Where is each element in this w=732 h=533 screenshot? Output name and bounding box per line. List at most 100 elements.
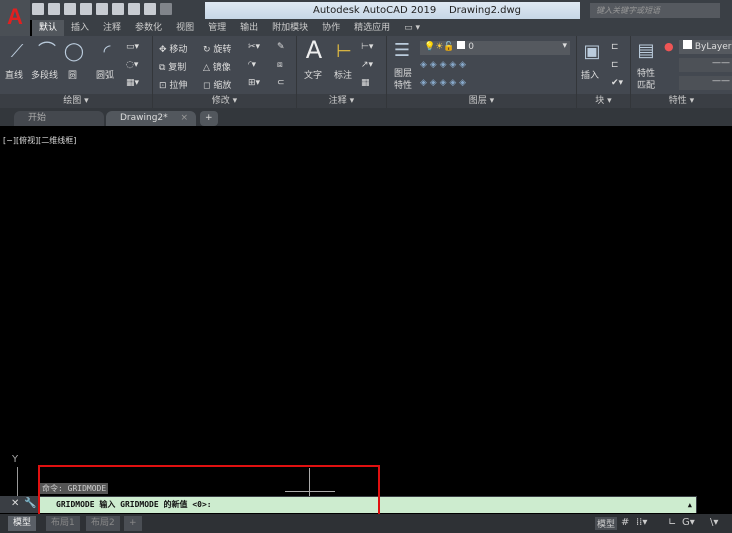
- lineweight-dropdown[interactable]: —— B: [679, 76, 732, 90]
- layer-properties-tool-line2[interactable]: 特性: [394, 78, 412, 91]
- table-icon[interactable]: ▦: [361, 78, 370, 88]
- layer-tools-row2[interactable]: ◈ ◈ ◈ ◈ ◈: [420, 78, 466, 88]
- ucs-icon: [17, 467, 18, 497]
- snap-icon[interactable]: ⁞⁞▾: [636, 517, 647, 528]
- viewport-controls[interactable]: [−][俯视][二维线框]: [3, 135, 76, 146]
- insert-block-icon[interactable]: ▣: [581, 41, 603, 63]
- tab-featured-apps[interactable]: 精选应用: [347, 20, 397, 36]
- arc-tool[interactable]: 圆弧: [96, 68, 114, 81]
- dimension-icon[interactable]: ⊢: [333, 41, 355, 63]
- osnap-icon[interactable]: \▾: [710, 517, 718, 528]
- tab-start[interactable]: 开始: [14, 111, 104, 126]
- layer-dropdown[interactable]: 💡☀🔓 0 ▾: [420, 41, 570, 55]
- command-history-toggle[interactable]: ▲: [688, 497, 692, 513]
- save-as-icon[interactable]: [80, 3, 92, 15]
- block-attribute-icon[interactable]: ✔▾: [611, 78, 623, 88]
- publish-icon[interactable]: [96, 3, 108, 15]
- ellipse-icon[interactable]: ◌▾: [126, 60, 138, 70]
- polyline-icon[interactable]: ⌒: [36, 41, 58, 63]
- quick-access-toolbar: [32, 3, 172, 18]
- new-tab-button[interactable]: +: [200, 111, 218, 126]
- layer-properties-icon[interactable]: ☰: [391, 40, 413, 62]
- tab-view[interactable]: 视图: [169, 20, 201, 36]
- annotation-panel: A 文字 ⊢ 标注 ⊢▾ ↗▾ ▦ 注释 ▾: [297, 36, 387, 108]
- status-bar: 模型 布局1 布局2 + 模型 # ⁞⁞▾ ∟ G▾ \▾: [0, 514, 732, 533]
- grid-icon[interactable]: #: [621, 517, 629, 528]
- print-icon[interactable]: [128, 3, 140, 15]
- text-icon[interactable]: A: [303, 38, 325, 62]
- redo-icon[interactable]: [160, 3, 172, 15]
- undo-icon[interactable]: [144, 3, 156, 15]
- scale-tool[interactable]: ◻ 缩放: [203, 78, 231, 91]
- polyline-tool[interactable]: 多段线: [31, 68, 58, 81]
- highlight-box: [38, 465, 380, 517]
- explode-icon[interactable]: ⧈: [277, 60, 283, 70]
- modify-panel-label[interactable]: 修改 ▾: [153, 94, 296, 108]
- new-icon[interactable]: [32, 3, 44, 15]
- create-block-icon[interactable]: ⊏: [611, 42, 619, 52]
- layers-panel-label[interactable]: 图层 ▾: [387, 94, 576, 108]
- line-icon[interactable]: ⟋: [6, 41, 28, 63]
- tab-drawing2[interactable]: Drawing2* ×: [106, 111, 196, 126]
- close-command-line-icon[interactable]: ✕: [11, 498, 19, 509]
- tab-layout2[interactable]: 布局2: [86, 516, 120, 531]
- share-icon[interactable]: [112, 3, 124, 15]
- text-tool[interactable]: 文字: [304, 68, 322, 81]
- tab-default[interactable]: 默认: [32, 20, 65, 36]
- offset-icon[interactable]: ⊂: [277, 78, 285, 88]
- dimension-tool[interactable]: 标注: [334, 68, 352, 81]
- current-layer-value: 0: [468, 42, 474, 52]
- color-wheel-icon[interactable]: ●: [664, 40, 674, 53]
- tab-layout1[interactable]: 布局1: [46, 516, 80, 531]
- properties-panel-label[interactable]: 特性 ▾: [631, 94, 732, 108]
- stretch-label: 拉伸: [169, 81, 188, 91]
- ortho-icon[interactable]: ∟: [668, 517, 676, 528]
- match-properties-icon[interactable]: ▤: [635, 40, 657, 62]
- leader-icon[interactable]: ↗▾: [361, 60, 373, 70]
- tab-parametric[interactable]: 参数化: [128, 20, 169, 36]
- linetype-dropdown[interactable]: —— B: [679, 58, 732, 72]
- rotate-tool[interactable]: ↻ 旋转: [203, 42, 231, 55]
- open-icon[interactable]: [48, 3, 60, 15]
- block-panel-label[interactable]: 块 ▾: [577, 94, 630, 108]
- circle-icon[interactable]: ◯: [63, 41, 85, 63]
- tab-addins[interactable]: 附加模块: [265, 20, 315, 36]
- erase-icon[interactable]: ✎: [277, 42, 285, 52]
- layer-tools-row1[interactable]: ◈ ◈ ◈ ◈ ◈: [420, 60, 466, 70]
- tab-manage[interactable]: 管理: [201, 20, 233, 36]
- tab-extra-dropdown[interactable]: ▭ ▾: [397, 20, 427, 36]
- annotation-panel-label[interactable]: 注释 ▾: [297, 94, 386, 108]
- hatch-icon[interactable]: ▦▾: [126, 78, 139, 88]
- add-layout-button[interactable]: +: [124, 516, 142, 531]
- array-icon[interactable]: ⊞▾: [248, 78, 260, 88]
- match-properties-tool-line2[interactable]: 匹配: [637, 78, 655, 91]
- tab-output[interactable]: 输出: [233, 20, 265, 36]
- trim-icon[interactable]: ✂▾: [248, 42, 260, 52]
- app-menu-button[interactable]: A: [0, 0, 30, 36]
- model-space-button[interactable]: 模型: [595, 517, 618, 530]
- copy-tool[interactable]: ⧉ 复制: [159, 60, 186, 73]
- color-dropdown[interactable]: ByLayer: [679, 40, 732, 54]
- draw-panel-label[interactable]: 绘图 ▾: [0, 94, 152, 108]
- stretch-tool[interactable]: ⊡ 拉伸: [159, 78, 187, 91]
- customize-wrench-icon[interactable]: 🔧: [24, 498, 36, 509]
- ucs-y-axis-label: Y: [12, 454, 19, 465]
- close-tab-icon[interactable]: ×: [180, 111, 188, 126]
- arc-icon[interactable]: ◜: [96, 41, 118, 63]
- tab-model[interactable]: 模型: [8, 516, 37, 531]
- line-tool[interactable]: 直线: [5, 68, 23, 81]
- circle-tool[interactable]: 圆: [68, 68, 77, 81]
- mirror-tool[interactable]: △ 镜像: [203, 60, 231, 73]
- tab-insert[interactable]: 插入: [64, 20, 96, 36]
- move-tool[interactable]: ✥ 移动: [159, 42, 187, 55]
- insert-tool[interactable]: 插入: [581, 68, 599, 81]
- fillet-icon[interactable]: ◜▾: [248, 60, 256, 70]
- rectangle-icon[interactable]: ▭▾: [126, 42, 139, 52]
- linear-dim-icon[interactable]: ⊢▾: [361, 42, 373, 52]
- save-icon[interactable]: [64, 3, 76, 15]
- search-input[interactable]: 键入关键字或短语: [590, 3, 720, 18]
- edit-block-icon[interactable]: ⊏: [611, 60, 619, 70]
- tab-annotate[interactable]: 注释: [96, 20, 128, 36]
- polar-icon[interactable]: G▾: [682, 517, 695, 528]
- tab-collaborate[interactable]: 协作: [315, 20, 347, 36]
